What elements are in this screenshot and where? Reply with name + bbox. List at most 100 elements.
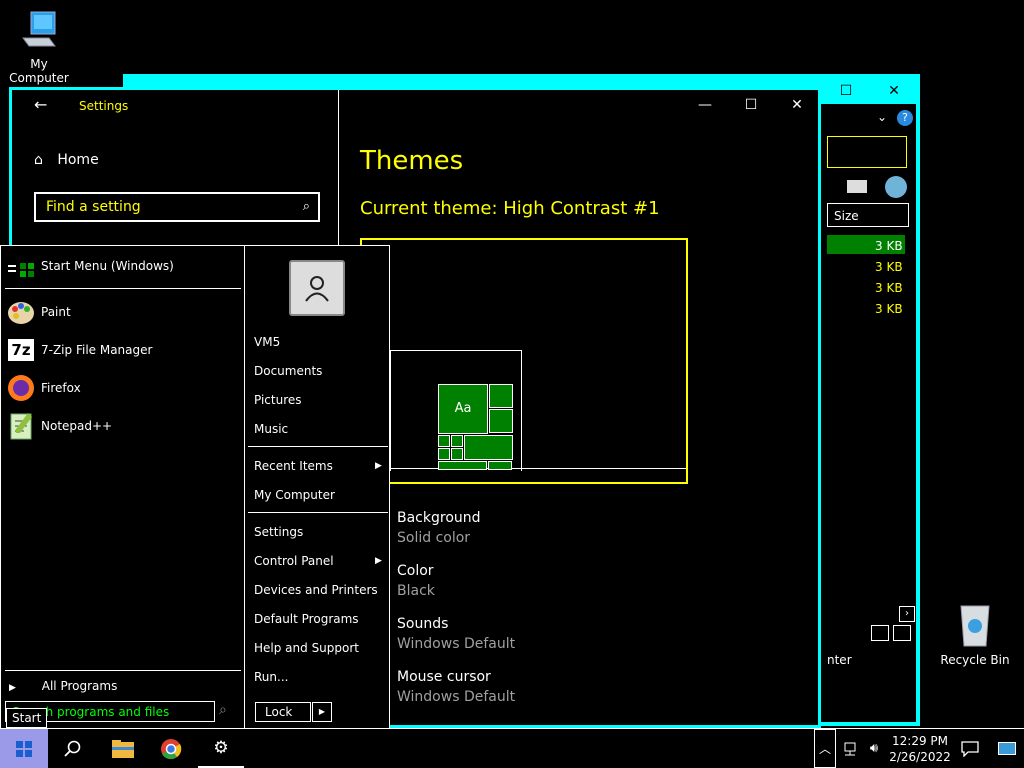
file-size: 3 KB xyxy=(875,302,903,316)
start-menu-my-computer[interactable]: My Computer xyxy=(254,488,335,502)
file-size: 3 KB xyxy=(875,281,903,295)
desktop-icon-recycle-bin[interactable]: Recycle Bin xyxy=(940,602,1010,667)
explorer-close-button[interactable]: ✕ xyxy=(871,78,917,104)
network-tray-icon[interactable] xyxy=(838,729,862,768)
clock-date: 2/26/2022 xyxy=(889,749,951,764)
action-center-button[interactable] xyxy=(956,729,984,768)
volume-tray-icon[interactable]: 🔊︎ xyxy=(862,729,886,768)
theme-color-setting[interactable]: Color Black xyxy=(397,563,435,599)
folder-icon xyxy=(112,739,134,758)
tiles-view-icon[interactable] xyxy=(893,625,911,641)
preview-tile xyxy=(489,384,513,408)
divider xyxy=(248,446,388,447)
theme-mouse-cursor-setting[interactable]: Mouse cursor Windows Default xyxy=(397,669,515,705)
pinned-item-7zip[interactable]: 7z 7-Zip File Manager xyxy=(5,332,152,368)
home-icon: ⌂ xyxy=(34,152,43,168)
windows-logo-icon xyxy=(16,740,32,757)
preview-tile xyxy=(438,448,450,460)
start-menu-documents[interactable]: Documents xyxy=(254,364,322,378)
speaker-icon: 🔊︎ xyxy=(869,741,879,756)
start-menu-user[interactable]: VM5 xyxy=(254,335,280,349)
chrome-icon xyxy=(161,738,182,759)
divider xyxy=(5,288,241,289)
taskbar-settings[interactable]: ⚙ xyxy=(198,729,244,768)
theme-background-setting[interactable]: Background Solid color xyxy=(397,510,481,546)
chevron-down-icon[interactable]: ⌄ xyxy=(877,110,887,124)
all-programs-button[interactable]: ▶ All Programs xyxy=(9,679,117,693)
explorer-address-bar[interactable] xyxy=(827,136,907,168)
settings-title: Settings xyxy=(79,99,129,113)
show-hidden-icons-button[interactable]: ︿ xyxy=(814,729,836,768)
details-view-icon[interactable] xyxy=(871,625,889,641)
globe-icon[interactable] xyxy=(885,176,907,198)
scroll-right-icon[interactable]: › xyxy=(899,606,915,622)
minimize-button[interactable]: — xyxy=(682,90,728,120)
preview-tile-wide xyxy=(464,435,513,460)
explorer-maximize-button[interactable]: ☐ xyxy=(823,78,869,104)
settings-home-link[interactable]: ⌂ Home xyxy=(34,152,99,168)
pinned-item-firefox[interactable]: Firefox xyxy=(5,370,81,406)
start-menu-default-programs[interactable]: Default Programs xyxy=(254,612,359,626)
settings-search-box[interactable]: ⌕ xyxy=(34,192,320,222)
start-menu-help-support[interactable]: Help and Support xyxy=(254,641,359,655)
lock-button[interactable]: Lock xyxy=(255,702,311,722)
desktop-icon-my-computer[interactable]: My Computer xyxy=(0,10,78,85)
pinned-item-notepad-plus-plus[interactable]: Notepad++ xyxy=(5,408,112,444)
start-menu-header: Start Menu (Windows) xyxy=(5,248,174,284)
theme-sounds-setting[interactable]: Sounds Windows Default xyxy=(397,616,515,652)
search-icon[interactable]: ⌕ xyxy=(219,702,227,718)
divider xyxy=(248,512,388,513)
pinned-item-paint[interactable]: Paint xyxy=(5,294,71,330)
start-menu-devices-printers[interactable]: Devices and Printers xyxy=(254,583,378,597)
7zip-icon: 7z xyxy=(5,334,37,366)
show-desktop-button[interactable] xyxy=(990,729,1024,768)
desktop-icon-label: Recycle Bin xyxy=(940,653,1010,667)
close-button[interactable]: ✕ xyxy=(774,90,820,120)
clock[interactable]: 12:29 PM 2/26/2022 xyxy=(886,729,954,768)
notepad-plus-plus-icon xyxy=(5,410,37,442)
taskbar-file-explorer[interactable] xyxy=(100,729,146,768)
start-menu-recent-items[interactable]: Recent Items xyxy=(254,459,333,473)
explorer-column-header-size[interactable]: Size xyxy=(827,203,909,227)
taskbar-chrome[interactable] xyxy=(148,729,194,768)
explorer-status-text: nter xyxy=(827,653,852,667)
start-menu-settings[interactable]: Settings xyxy=(254,525,303,539)
taskbar-search-button[interactable] xyxy=(50,729,96,768)
start-menu-programs-pane: Start Menu (Windows) Paint 7z 7-Zip File… xyxy=(1,246,245,728)
user-avatar[interactable] xyxy=(289,260,345,316)
triangle-right-icon: ▶ xyxy=(318,707,326,716)
help-icon[interactable]: ? xyxy=(897,110,913,126)
file-size: 3 KB xyxy=(875,239,903,253)
theme-preview[interactable]: Aa xyxy=(360,238,688,484)
search-icon[interactable]: ⌕ xyxy=(303,199,310,214)
page-title: Themes xyxy=(360,146,464,176)
notification-icon xyxy=(961,740,979,757)
maximize-button[interactable]: ☐ xyxy=(728,90,774,120)
start-menu[interactable]: Start Menu (Windows) Paint 7z 7-Zip File… xyxy=(0,245,390,729)
lock-options-button[interactable]: ▶ xyxy=(312,702,332,722)
start-menu-control-panel[interactable]: Control Panel xyxy=(254,554,334,568)
settings-search-input[interactable] xyxy=(36,194,296,220)
desktop-icon-label: My Computer xyxy=(9,57,69,85)
network-icon xyxy=(844,742,856,755)
clock-time: 12:29 PM xyxy=(892,733,948,748)
triangle-right-icon: ▶ xyxy=(9,683,16,693)
file-size: 3 KB xyxy=(875,260,903,274)
preview-tile xyxy=(488,461,512,470)
mail-icon[interactable] xyxy=(847,180,867,193)
start-button[interactable] xyxy=(0,729,48,768)
gear-icon: ⚙ xyxy=(213,737,229,758)
preview-tile xyxy=(451,435,463,447)
chevron-up-icon: ︿ xyxy=(818,742,831,756)
firefox-icon xyxy=(5,372,37,404)
back-arrow-icon[interactable]: ← xyxy=(34,95,47,114)
start-menu-music[interactable]: Music xyxy=(254,422,288,436)
start-menu-run[interactable]: Run... xyxy=(254,670,288,684)
preview-taskbar xyxy=(390,468,686,469)
start-menu-pictures[interactable]: Pictures xyxy=(254,393,302,407)
triangle-right-icon: ▶ xyxy=(375,461,382,471)
user-icon xyxy=(305,276,329,302)
triangle-right-icon: ▶ xyxy=(375,556,382,566)
start-menu-icon xyxy=(5,250,37,282)
taskbar: ⚙ ︿ 🔊︎ 12:29 PM 2/26/2022 xyxy=(0,728,1024,768)
